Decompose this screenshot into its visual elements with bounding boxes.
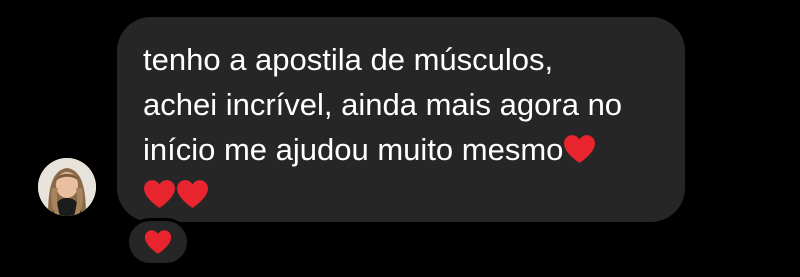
avatar[interactable] xyxy=(38,158,96,216)
message-line-3: início me ajudou muito mesmo xyxy=(143,127,665,172)
red-heart-icon xyxy=(563,134,596,164)
message-line-2: achei incrível, ainda mais agora no xyxy=(143,87,623,122)
profile-photo xyxy=(38,158,96,216)
message-line-3-text: início me ajudou muito mesmo xyxy=(143,132,564,167)
message-bubble[interactable]: tenho a apostila de músculos, achei incr… xyxy=(117,17,685,222)
reaction-badge[interactable] xyxy=(126,218,190,266)
message-line-1: tenho a apostila de músculos, xyxy=(143,42,554,77)
chat-thread: tenho a apostila de músculos, achei incr… xyxy=(0,0,800,277)
red-heart-icon xyxy=(176,179,209,209)
red-heart-icon xyxy=(143,179,176,209)
red-heart-icon xyxy=(144,229,172,255)
message-line-4 xyxy=(143,172,665,217)
